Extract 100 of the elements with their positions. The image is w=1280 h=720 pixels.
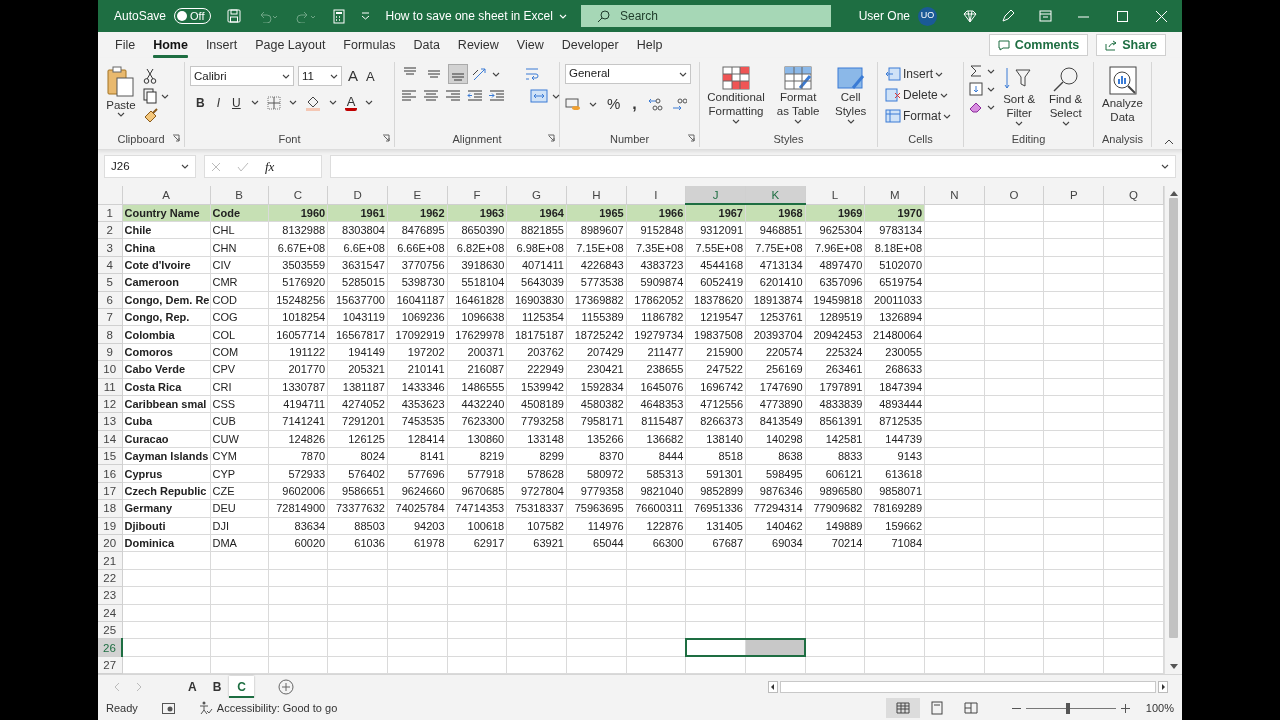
table-cell[interactable]: 4893444 xyxy=(864,395,925,413)
table-cell[interactable]: 5176920 xyxy=(268,273,328,292)
align-right-icon[interactable] xyxy=(444,88,462,104)
table-cell[interactable]: 577696 xyxy=(387,464,448,483)
table-cell[interactable]: 7.35E+08 xyxy=(626,238,686,257)
table-cell[interactable]: Cyprus xyxy=(122,464,210,483)
table-cell[interactable]: 6357096 xyxy=(805,273,865,292)
table-cell[interactable]: 9896580 xyxy=(805,482,865,500)
table-cell[interactable]: 9858071 xyxy=(864,482,925,500)
table-cell[interactable]: 1043119 xyxy=(327,308,388,326)
table-cell[interactable]: 9602006 xyxy=(268,482,328,500)
table-cell[interactable]: 73377632 xyxy=(327,499,388,518)
table-cell[interactable]: 75318337 xyxy=(506,499,567,518)
table-cell[interactable]: DMA xyxy=(210,534,268,552)
table-cell[interactable]: COL xyxy=(210,325,268,344)
column-header[interactable]: K xyxy=(745,186,806,204)
table-cell[interactable]: 114976 xyxy=(566,517,627,535)
table-cell[interactable]: 8299 xyxy=(506,447,567,465)
increase-indent-icon[interactable] xyxy=(488,88,506,104)
table-cell[interactable]: 8561391 xyxy=(805,412,865,431)
font-name-field[interactable]: Calibri xyxy=(190,66,294,87)
table-cell[interactable]: 6.98E+08 xyxy=(506,238,567,257)
table-cell[interactable]: 9876346 xyxy=(745,482,806,500)
table-cell[interactable]: 230421 xyxy=(566,360,627,378)
add-sheet-icon[interactable] xyxy=(278,678,294,695)
table-cell[interactable]: Congo, Dem. Re xyxy=(122,291,210,309)
table-cell[interactable]: Chile xyxy=(122,221,210,239)
column-header[interactable]: J xyxy=(685,186,746,204)
formula-field[interactable] xyxy=(330,155,1176,178)
table-cell[interactable]: 5643039 xyxy=(506,273,567,292)
collapse-ribbon-icon[interactable] xyxy=(1164,139,1174,145)
cut-icon[interactable] xyxy=(143,68,157,84)
table-cell[interactable]: 9586651 xyxy=(327,482,388,500)
search-box[interactable]: Search xyxy=(580,5,831,27)
table-cell[interactable]: 15248256 xyxy=(268,291,328,309)
table-cell[interactable]: 60020 xyxy=(268,534,328,552)
table-cell[interactable]: CZE xyxy=(210,482,268,500)
accounting-icon[interactable] xyxy=(565,97,581,112)
column-header[interactable]: Q xyxy=(1103,186,1164,204)
table-cell[interactable]: 1289519 xyxy=(805,308,865,326)
table-cell[interactable]: 207429 xyxy=(566,343,627,361)
pen-icon[interactable] xyxy=(1001,9,1015,23)
table-cell[interactable]: 222949 xyxy=(506,360,567,378)
table-cell[interactable]: 5285015 xyxy=(327,273,388,292)
table-cell[interactable]: 1696742 xyxy=(685,378,746,396)
table-cell[interactable]: 18725242 xyxy=(566,325,627,344)
table-cell[interactable]: 63921 xyxy=(506,534,567,552)
table-cell[interactable]: COD xyxy=(210,291,268,309)
macro-record-icon[interactable] xyxy=(161,702,175,714)
table-cell[interactable]: 144739 xyxy=(864,430,925,448)
table-cell[interactable]: 1186782 xyxy=(626,308,686,326)
table-cell[interactable]: 9783134 xyxy=(864,221,925,239)
name-box[interactable]: J26 xyxy=(104,155,196,178)
accessibility-status[interactable]: Accessibility: Good to go xyxy=(216,699,338,717)
table-cell[interactable]: 18175187 xyxy=(506,325,567,344)
table-cell[interactable]: 7141241 xyxy=(268,412,328,431)
table-cell[interactable]: 1096638 xyxy=(447,308,507,326)
ribbon-tab[interactable]: File xyxy=(106,32,145,58)
table-cell[interactable]: 78169289 xyxy=(864,499,925,518)
table-cell[interactable]: 76951336 xyxy=(685,499,746,518)
table-cell[interactable]: 1747690 xyxy=(745,378,806,396)
table-cell[interactable]: 9152848 xyxy=(626,221,686,239)
table-cell[interactable]: 19279734 xyxy=(626,325,686,344)
table-cell[interactable]: 4353623 xyxy=(387,395,448,413)
table-cell[interactable]: 16057714 xyxy=(268,325,328,344)
ribbon-tab[interactable]: Insert xyxy=(196,32,247,58)
table-cell[interactable]: CYM xyxy=(210,447,268,465)
insert-button[interactable]: Insert xyxy=(883,64,953,84)
table-cell[interactable]: 4226843 xyxy=(566,256,627,274)
table-cell[interactable]: 8650390 xyxy=(447,221,507,239)
table-cell[interactable]: 4071411 xyxy=(506,256,567,274)
table-cell[interactable]: 138140 xyxy=(685,430,746,448)
format-button[interactable]: Format xyxy=(883,106,953,126)
table-cell[interactable]: 4580382 xyxy=(566,395,627,413)
table-cell[interactable]: 1486555 xyxy=(447,378,507,396)
table-cell[interactable]: 74025784 xyxy=(387,499,448,518)
table-cell[interactable]: 131405 xyxy=(685,517,746,535)
window-icon[interactable] xyxy=(1039,10,1052,22)
table-cell[interactable]: Cayman Islands xyxy=(122,447,210,465)
table-cell[interactable]: Dominica xyxy=(122,534,210,552)
table-cell[interactable]: 197202 xyxy=(387,343,448,361)
comma-button[interactable]: , xyxy=(630,96,639,112)
table-cell[interactable]: 8266373 xyxy=(685,412,746,431)
column-header[interactable]: F xyxy=(447,186,507,204)
view-button[interactable] xyxy=(885,698,920,718)
table-cell[interactable]: 9727804 xyxy=(506,482,567,500)
table-cell[interactable]: 8413549 xyxy=(745,412,806,431)
table-cell[interactable]: 1847394 xyxy=(864,378,925,396)
table-cell[interactable]: 18378620 xyxy=(685,291,746,309)
increase-decimal-icon[interactable] xyxy=(646,97,663,112)
table-cell[interactable]: 1069236 xyxy=(387,308,448,326)
font-color-button[interactable]: A xyxy=(344,94,358,111)
table-cell[interactable]: Curacao xyxy=(122,430,210,448)
table-cell[interactable]: 9468851 xyxy=(745,221,806,239)
table-cell[interactable]: 16903830 xyxy=(506,291,567,309)
table-cell[interactable]: 16041187 xyxy=(387,291,448,309)
table-cell[interactable]: 7453535 xyxy=(387,412,448,431)
table-cell[interactable]: 247522 xyxy=(685,360,746,378)
table-cell[interactable]: 20942453 xyxy=(805,325,865,344)
table-cell[interactable]: Costa Rica xyxy=(122,378,210,396)
